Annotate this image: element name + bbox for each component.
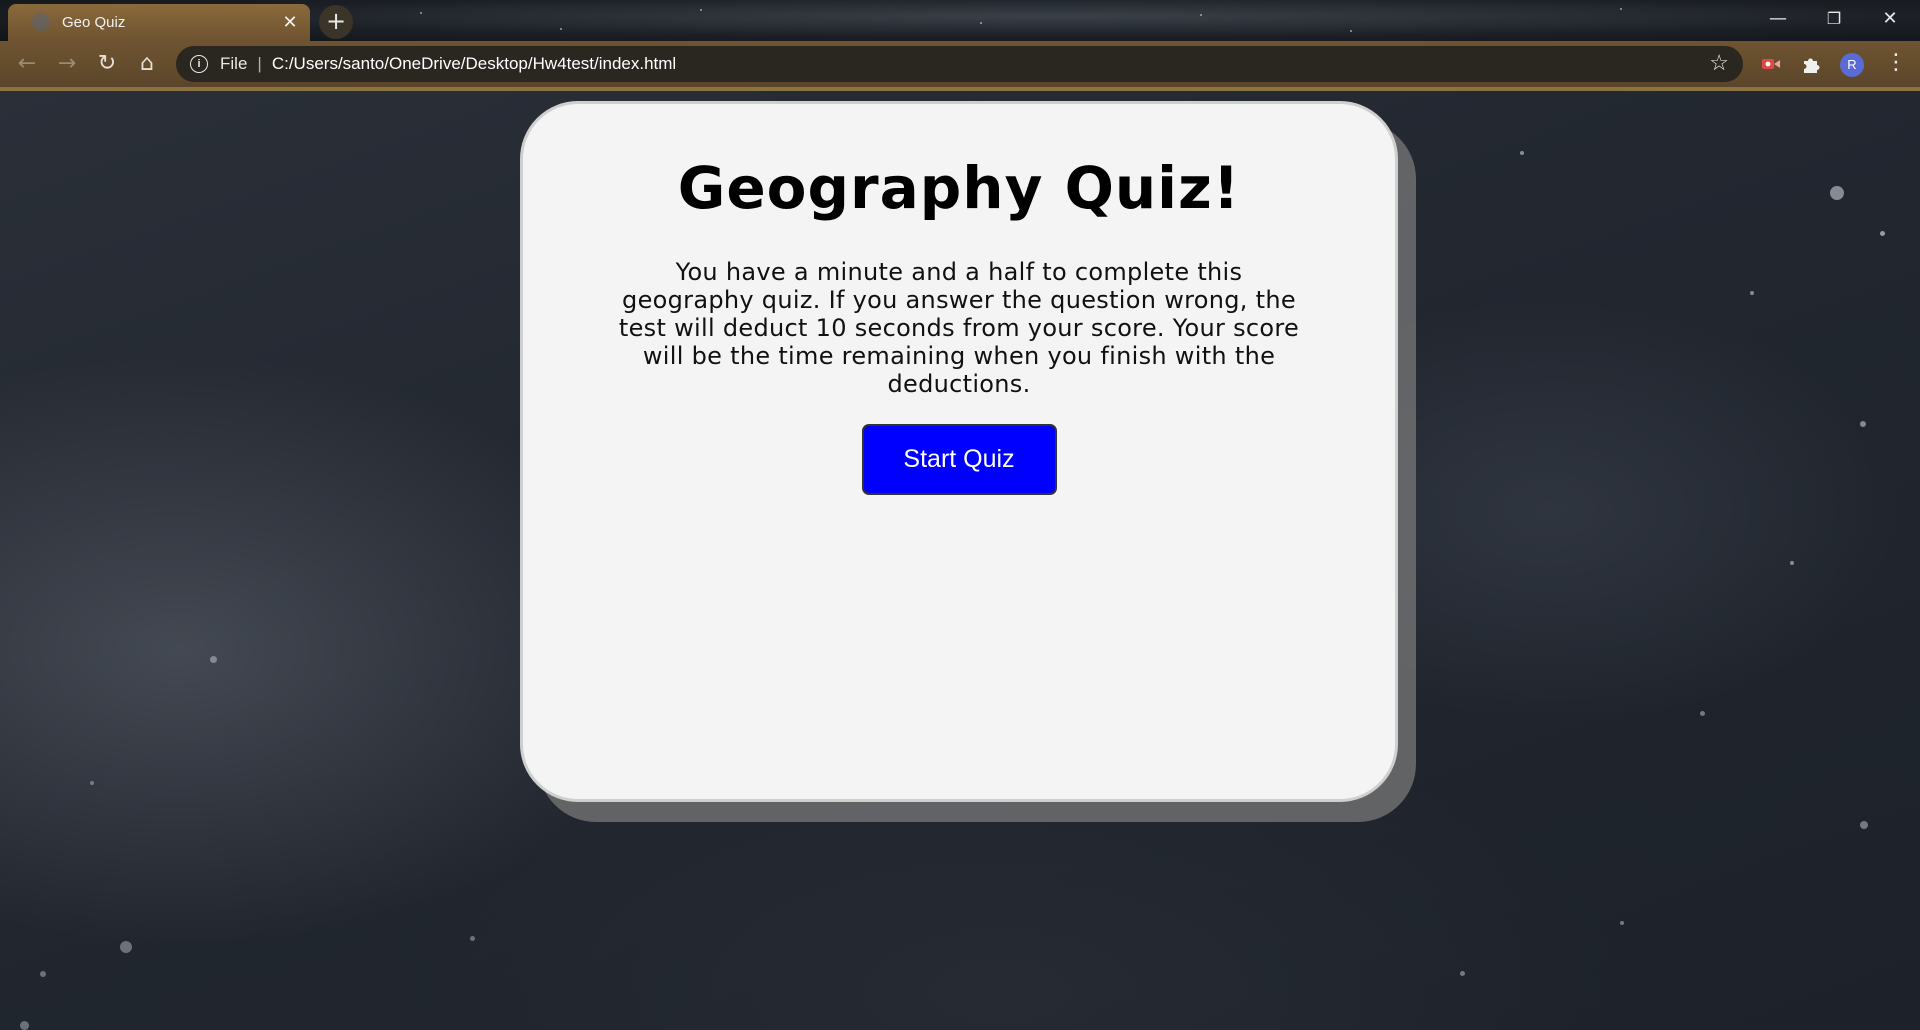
url-text[interactable]: C:/Users/santo/OneDrive/Desktop/Hw4test/…: [272, 54, 676, 74]
info-icon[interactable]: i: [190, 55, 208, 73]
tab-title: Geo Quiz: [62, 14, 126, 31]
restore-icon[interactable]: ❐: [1806, 0, 1862, 41]
address-bar[interactable]: i File | C:/Users/santo/OneDrive/Desktop…: [176, 46, 1743, 82]
back-icon[interactable]: ←: [10, 47, 44, 81]
extensions-puzzle-icon[interactable]: [1800, 53, 1822, 75]
url-scheme: File: [220, 54, 248, 73]
home-icon[interactable]: ⌂: [130, 47, 164, 81]
browser-toolbar: ← → ↻ ⌂ i File | C:/Users/santo/OneDrive…: [0, 41, 1920, 91]
quiz-card: Geography Quiz! You have a minute and a …: [520, 101, 1398, 802]
close-window-icon[interactable]: ✕: [1862, 0, 1918, 41]
close-tab-icon[interactable]: ✕: [280, 12, 300, 33]
reload-icon[interactable]: ↻: [90, 47, 124, 81]
bookmark-star-icon[interactable]: ☆: [1709, 50, 1729, 76]
start-quiz-button[interactable]: Start Quiz: [861, 424, 1057, 495]
page-viewport: Geography Quiz! You have a minute and a …: [0, 91, 1920, 1030]
menu-icon[interactable]: ⋮: [1885, 49, 1907, 79]
extension-record-icon[interactable]: [1760, 53, 1782, 75]
tab-strip: Geo Quiz ✕ + — ❐ ✕: [0, 0, 1920, 41]
tab-geo-quiz[interactable]: Geo Quiz ✕: [8, 4, 310, 41]
url-separator: |: [257, 54, 262, 73]
new-tab-button[interactable]: +: [319, 5, 353, 39]
profile-avatar[interactable]: R: [1840, 53, 1864, 77]
favicon-icon: [32, 13, 50, 31]
quiz-instructions: You have a minute and a half to complete…: [618, 258, 1300, 398]
minimize-icon[interactable]: —: [1750, 0, 1806, 41]
forward-icon[interactable]: →: [50, 47, 84, 81]
page-title: Geography Quiz!: [677, 154, 1241, 222]
